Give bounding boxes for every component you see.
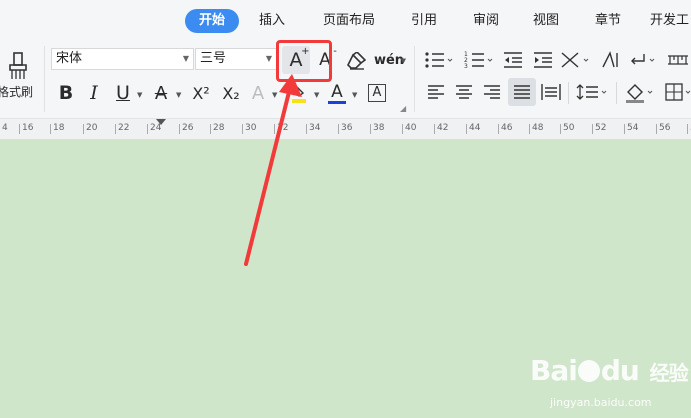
watermark-cn: 经验 (649, 361, 689, 385)
watermark: Bai du 经验 jingyan.baidu.com (530, 352, 690, 416)
watermark-url: jingyan.baidu.com (550, 396, 652, 409)
watermark-logo: Bai du 经验 (530, 354, 689, 387)
watermark-brand: Bai (530, 354, 578, 387)
paw-icon (577, 360, 600, 382)
watermark-brand2: du (600, 354, 640, 387)
